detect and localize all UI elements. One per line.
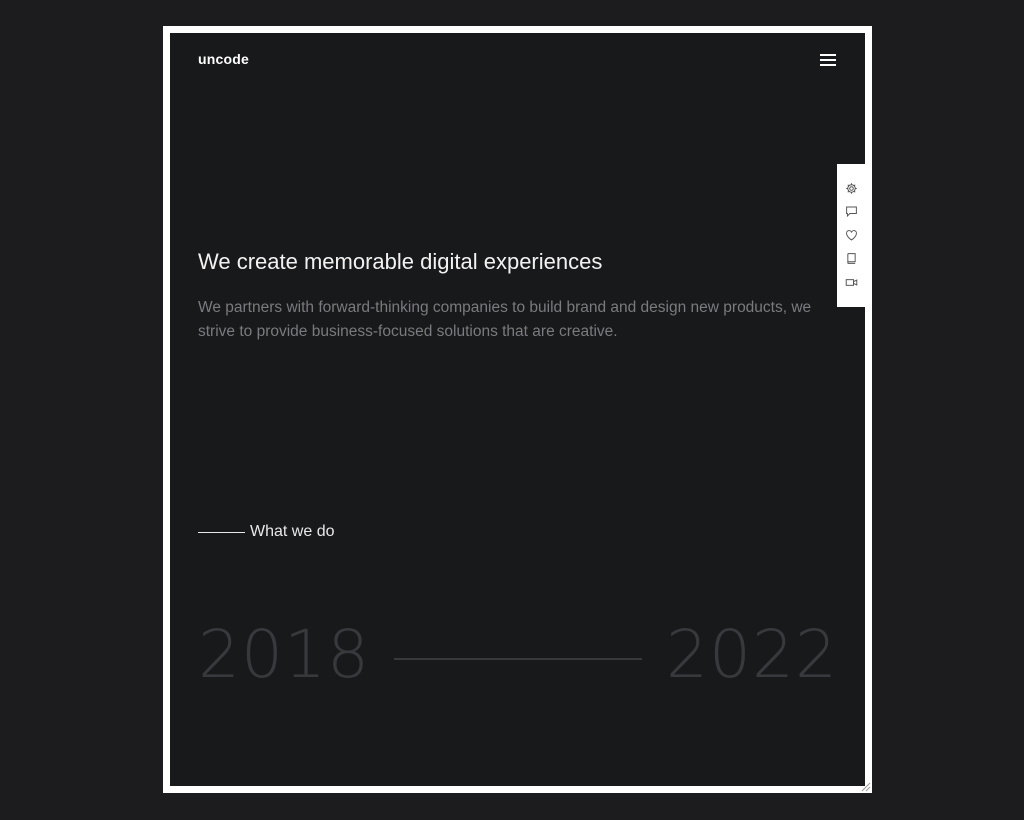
resize-handle-icon[interactable] [860,781,871,792]
comment-icon[interactable] [843,204,859,220]
page: uncode We create memorable digital exper… [0,0,1024,820]
menu-bar [820,54,836,56]
timeline-line [393,658,643,660]
start-year: 2018 [198,616,370,693]
site-logo[interactable]: uncode [198,51,249,67]
menu-bar [820,64,836,66]
years-timeline: 2018 2022 [198,615,838,695]
preview-frame: uncode We create memorable digital exper… [163,26,872,793]
side-toolbar [837,164,865,307]
what-we-do-link[interactable]: What we do [198,523,334,541]
video-camera-icon[interactable] [843,274,859,290]
heart-icon[interactable] [843,227,859,243]
hero-title: We create memorable digital experiences [198,249,603,274]
end-year: 2022 [666,616,838,693]
section-label-line [198,531,245,533]
book-icon[interactable] [843,251,859,267]
hero-description: We partners with forward-thinking compan… [198,299,812,340]
hamburger-menu-icon[interactable] [820,53,836,67]
menu-bar [820,59,836,61]
settings-gear-icon[interactable] [843,180,859,196]
section-label-text: What we do [250,523,335,540]
